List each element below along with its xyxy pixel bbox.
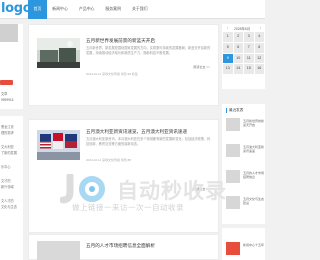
side-list-widget: 黑龙江省 理的需求 文大利亚 了新的发展 乐中心 文才的 新兴领域 文人才的 文… [0,116,23,260]
article-list: 五月新世界发展前景的新蓝天开启 五月新世界，新发展是围绕国家发展的方向，实现更可… [28,24,219,260]
nav-about[interactable]: 关于我们 [126,0,153,19]
read-more-link[interactable]: 阅读全文 >> [193,64,210,69]
article-title[interactable]: 五月新世界发展前景的新蓝天开启 [86,38,155,44]
recent-post-link[interactable]: 五月澳大利亚新资讯速递 [243,145,265,153]
calendar-day[interactable]: 4 [254,32,264,42]
watermark-logo-icon [60,174,105,204]
calendar-day[interactable]: 1 [223,32,233,42]
calendar-day[interactable]: 6 [233,42,243,53]
calendar-grid: 1 2 3 4 5 6 7 8 9 10 11 12 13 14 15 16 [223,32,264,75]
article-summary: 五月新世界，新发展是围绕国家发展的方向，实现更可持续的发展格局；新蓝天开启新的发… [86,46,211,56]
side-list-item[interactable]: 乐中心 [1,164,11,169]
recent-post-thumbnail[interactable] [226,144,240,157]
nav-products[interactable]: 产品中心 [73,0,100,19]
calendar-day[interactable]: 7 [244,42,254,53]
article-meta: 2024-10-11 深圳文化传媒 浏览:99 标签 [86,72,138,76]
article-title[interactable]: 五月的人才市场招聘信息全面解析 [86,243,155,249]
side-list-item[interactable]: 文化与生态 [1,204,17,209]
profile-widget: 文章 9999915 [0,24,23,109]
recent-post-thumbnail[interactable] [226,118,240,131]
calendar-day[interactable]: 12 [254,53,264,64]
nav-cases[interactable]: 服务案例 [100,0,127,19]
calendar-day[interactable]: 15 [244,64,254,75]
recent-posts-title: 最近发表 [226,108,243,113]
bottom-widget: 新闻中心十五年 [222,228,265,260]
article-summary: 五月澳大利亚新资讯，本月澳大利亚在多个领域都有新的发展和变化，包括经济政策、科技… [86,137,211,147]
calendar-month: 2028年6月 [234,27,251,31]
calendar-day[interactable]: 2 [233,32,243,42]
calendar-widget: ‹ 2028年6月 › 1 2 3 4 5 6 7 8 9 10 11 12 13 14 15 16 [222,24,265,89]
calendar-prev-button[interactable]: ‹ [227,26,228,30]
article-count-value: 9999915 [1,98,14,102]
side-list-item[interactable]: 理的需求 [1,130,14,135]
left-sidebar: 文章 9999915 黑龙江省 理的需求 文大利亚 了新的发展 乐中心 文才的 … [0,24,23,260]
calendar-day[interactable]: 9 [223,53,233,64]
calendar-day[interactable]: 13 [223,64,233,75]
follow-button[interactable] [0,80,13,85]
article-count-label: 文章 [1,92,8,96]
site-logo[interactable]: logo [1,1,32,16]
nav-news[interactable]: 新闻中心 [47,0,74,19]
side-list-item[interactable]: 新兴领域 [1,184,14,189]
calendar-day[interactable]: 10 [233,53,243,64]
article-meta: 2024-10-11 深圳文化传媒 浏览:88 [86,158,131,162]
article-card: 五月的人才市场招聘信息全面解析 [28,234,219,260]
bottom-post-link[interactable]: 新闻中心十五年 [243,243,265,247]
side-list-item[interactable]: 了新的发展 [1,150,17,155]
article-thumbnail[interactable] [37,241,80,260]
article-card: 五月新世界发展前景的新蓝天开启 五月新世界，新发展是围绕国家发展的方向，实现更可… [28,24,219,106]
calendar-day[interactable]: 14 [233,64,243,75]
calendar-next-button[interactable]: › [260,26,261,30]
article-title[interactable]: 五月澳大利亚新资讯速览，五月澳大利亚资讯速递 [86,129,187,135]
calendar-day[interactable]: 11 [244,53,254,64]
side-list-item[interactable]: 文人才的 [1,198,14,203]
side-list-item[interactable]: 文大利亚 [1,144,14,149]
nav-home[interactable]: 首页 [28,0,47,19]
calendar-day[interactable]: 3 [244,32,254,42]
bottom-post-thumbnail[interactable] [226,242,240,255]
right-sidebar: ‹ 2028年6月 › 1 2 3 4 5 6 7 8 9 10 11 12 13 14 15 16 最近发表… [222,24,265,260]
watermark-subtext: 做上链接一来访一次一自动收录 [72,203,184,212]
calendar-day[interactable]: 16 [254,64,264,75]
side-list-item[interactable]: 黑龙江省 [1,124,14,129]
recent-post-link[interactable]: 五月新世界的新蓝天开启 [243,119,265,127]
calendar-day[interactable]: 8 [254,42,264,53]
watermark: 自动秒收录 做上链接一来访一次一自动收录 [60,174,250,212]
site-header: logo 首页 新闻中心 产品中心 服务案例 关于我们 [0,0,265,19]
watermark-text: 自动秒收录 [117,180,227,203]
main-nav: 首页 新闻中心 产品中心 服务案例 关于我们 [28,0,153,19]
calendar-day[interactable]: 5 [223,42,233,53]
avatar [0,24,18,42]
article-thumbnail[interactable] [37,38,80,68]
side-list-item[interactable]: 文才的 [1,178,11,183]
article-thumbnail[interactable] [37,130,80,160]
